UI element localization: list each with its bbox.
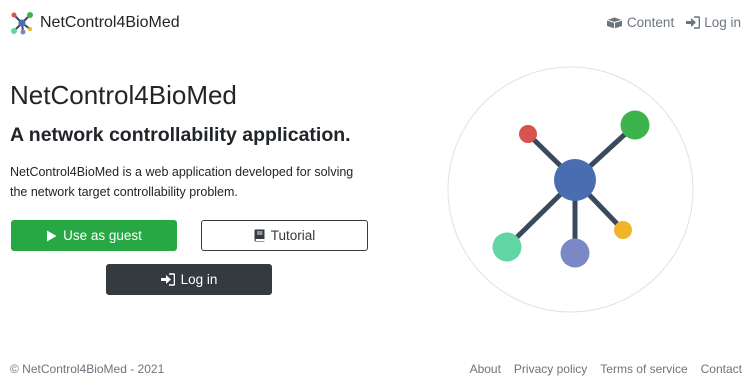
footer-link-terms-of-service[interactable]: Terms of service <box>600 362 687 376</box>
sign-in-icon <box>160 273 175 286</box>
nav-login-label: Log in <box>704 15 741 30</box>
brand-name: NetControl4BioMed <box>40 14 180 31</box>
network-node-center <box>554 159 596 201</box>
footer-link-contact[interactable]: Contact <box>701 362 742 376</box>
network-logo-icon <box>11 12 33 35</box>
footer-link-privacy-policy[interactable]: Privacy policy <box>514 362 587 376</box>
footer-copyright: © NetControl4BioMed - 2021 <box>10 362 165 376</box>
brand[interactable]: NetControl4BioMed <box>10 11 180 35</box>
log-in-button[interactable]: Log in <box>106 264 272 295</box>
tutorial-label: Tutorial <box>270 228 316 243</box>
nav-content-label: Content <box>626 15 675 30</box>
nav-content-link[interactable]: Content <box>606 15 674 30</box>
page-subtitle: A network controllability application. <box>10 124 351 146</box>
network-illustration <box>447 66 694 313</box>
network-node-yellow <box>614 221 632 239</box>
top-nav: Content Log in <box>606 15 741 30</box>
network-node-teal <box>492 232 522 262</box>
use-as-guest-label: Use as guest <box>63 228 142 243</box>
tutorial-button[interactable]: Tutorial <box>201 220 368 251</box>
nav-login-link[interactable]: Log in <box>686 15 741 30</box>
network-node-red <box>519 125 537 143</box>
log-in-label: Log in <box>180 272 218 287</box>
footer-link-about[interactable]: About <box>470 362 501 376</box>
network-node-purple <box>560 238 590 268</box>
box-open-icon <box>606 17 623 28</box>
use-as-guest-button[interactable]: Use as guest <box>11 220 177 251</box>
network-node-green <box>620 110 650 140</box>
sign-in-icon <box>686 16 701 29</box>
book-icon <box>254 229 265 242</box>
play-icon <box>47 230 57 241</box>
navbar: NetControl4BioMed Content Log in <box>0 0 743 46</box>
page-title: NetControl4BioMed <box>10 80 237 110</box>
app-description: NetControl4BioMed is a web application d… <box>10 165 354 199</box>
footer-links: About Privacy policy Terms of service Co… <box>470 362 742 376</box>
